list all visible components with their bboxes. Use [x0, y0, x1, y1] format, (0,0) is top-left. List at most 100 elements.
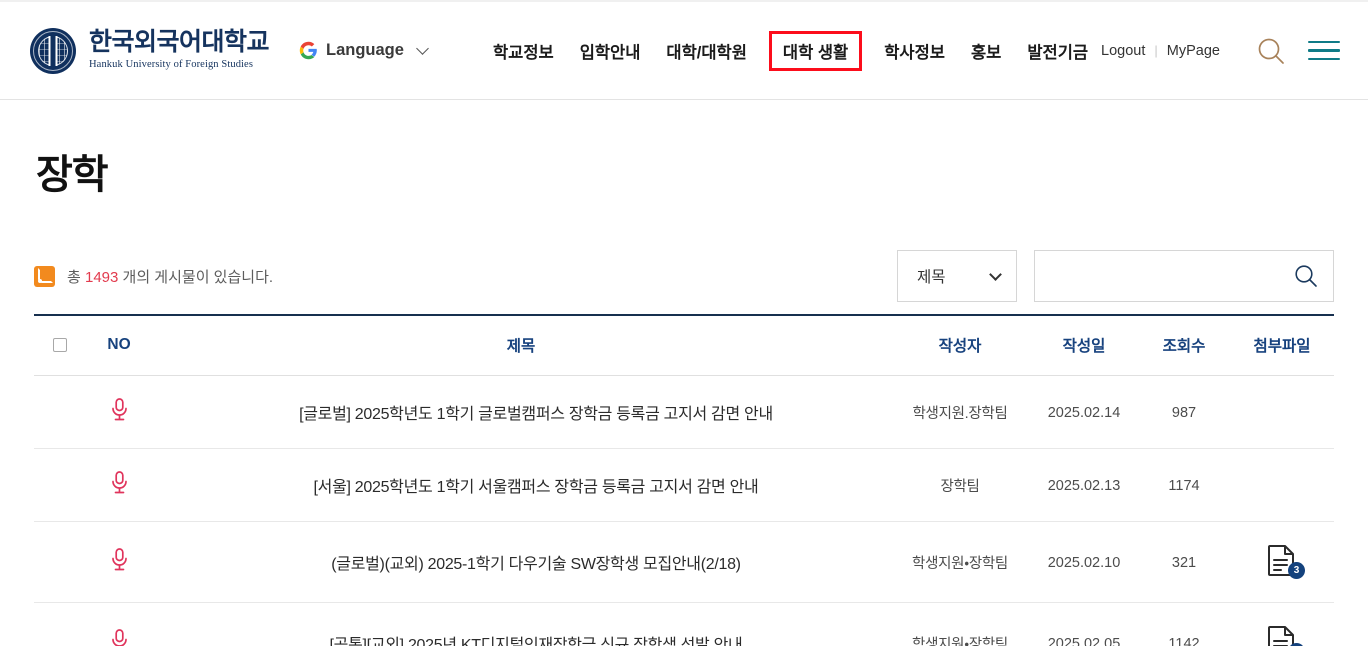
search-icon[interactable]	[1256, 36, 1286, 66]
nav-item-admissions[interactable]: 입학안내	[580, 37, 641, 65]
count-value: 1493	[84, 268, 119, 286]
site-logo[interactable]: 한국외국어대학교 Hankuk University of Foreign St…	[30, 27, 270, 74]
microphone-icon	[111, 629, 128, 646]
row-title-cell: [글로벌] 2025학년도 1학기 글로벌캠퍼스 장학금 등록금 고지서 감면 …	[152, 375, 890, 449]
nav-item-development-fund[interactable]: 발전기금	[1027, 37, 1088, 65]
mypage-link[interactable]: MyPage	[1167, 43, 1220, 59]
row-views: 987	[1171, 404, 1197, 421]
row-writer-cell: 학생지원.장학팀	[890, 375, 1030, 449]
page-content: 장학 총 1493 개의 게시물이 있습니다. 제목 NO 제목 작성자 작성일…	[0, 142, 1368, 646]
row-writer: 학생지원・장학팀	[912, 636, 1008, 646]
table-row[interactable]: [글로벌] 2025학년도 1학기 글로벌캠퍼스 장학금 등록금 고지서 감면 …	[34, 375, 1334, 449]
search-input[interactable]	[1051, 266, 1291, 286]
row-file-cell	[1230, 375, 1334, 449]
nav-item-colleges[interactable]: 대학/대학원	[666, 37, 746, 65]
board-table-body: [글로벌] 2025학년도 1학기 글로벌캠퍼스 장학금 등록금 고지서 감면 …	[34, 375, 1334, 646]
rss-icon[interactable]	[34, 265, 55, 287]
table-header-row: NO 제목 작성자 작성일 조회수 첨부파일	[34, 314, 1334, 376]
post-count: 총 1493 개의 게시물이 있습니다.	[34, 265, 274, 287]
row-writer-cell: 장학팀	[890, 448, 1030, 522]
row-writer-cell: 학생지원・장학팀	[890, 602, 1030, 646]
search-field-value: 제목	[917, 269, 946, 286]
nav-item-pr[interactable]: 홍보	[971, 37, 1001, 65]
row-date-cell: 2025.02.05	[1030, 602, 1138, 646]
row-writer: 학생지원・장학팀	[912, 555, 1008, 572]
row-title-cell: (글로벌)(교외) 2025-1학기 다우기술 SW장학생 모집안내(2/18)	[152, 521, 890, 603]
logo-korean-name: 한국외국어대학교	[89, 28, 270, 57]
logout-link[interactable]: Logout	[1101, 43, 1145, 59]
row-notice-cell	[86, 375, 152, 449]
post-title-link[interactable]: [서울] 2025학년도 1학기 서울캠퍼스 장학금 등록금 고지서 감면 안내	[314, 479, 759, 496]
nav-item-school-info[interactable]: 학교정보	[493, 37, 554, 65]
count-suffix: 개의 게시물이 있습니다.	[122, 268, 274, 286]
row-title-cell: [공통][교외] 2025년 KT디지털인재장학금 신규 장학생 선발 안내	[152, 602, 890, 646]
header-no[interactable]: NO	[86, 314, 152, 376]
row-title-cell: [서울] 2025학년도 1학기 서울캠퍼스 장학금 등록금 고지서 감면 안내	[152, 448, 890, 522]
attachment-file-icon[interactable]: 3	[1266, 544, 1305, 579]
utility-links: Logout | MyPage	[1101, 36, 1340, 66]
header-writer[interactable]: 작성자	[890, 314, 1030, 376]
row-file-cell: 3	[1230, 521, 1334, 603]
row-views-cell: 987	[1138, 375, 1230, 449]
table-row[interactable]: [서울] 2025학년도 1학기 서울캠퍼스 장학금 등록금 고지서 감면 안내…	[34, 448, 1334, 522]
row-views-cell: 1174	[1138, 448, 1230, 522]
logo-english-name: Hankuk University of Foreign Studies	[89, 59, 254, 71]
row-views: 1142	[1168, 635, 1200, 646]
hamburger-menu-icon[interactable]	[1308, 40, 1340, 61]
search-field-select[interactable]: 제목	[897, 250, 1017, 302]
microphone-icon	[111, 471, 128, 495]
language-label: Language	[326, 41, 404, 59]
page-title: 장학	[36, 153, 109, 197]
nav-item-academic-info[interactable]: 학사정보	[884, 37, 945, 65]
row-notice-cell	[86, 602, 152, 646]
row-writer-cell: 학생지원・장학팀	[890, 521, 1030, 603]
board-search: 제목	[897, 250, 1334, 302]
wordmark: 한국외국어대학교 Hankuk University of Foreign St…	[89, 28, 270, 71]
university-emblem-icon	[30, 27, 76, 74]
table-row[interactable]: (글로벌)(교외) 2025-1학기 다우기술 SW장학생 모집안내(2/18)…	[34, 521, 1334, 603]
attachment-file-icon[interactable]: 1	[1266, 625, 1305, 646]
site-header: 한국외국어대학교 Hankuk University of Foreign St…	[0, 2, 1368, 100]
row-date-cell: 2025.02.10	[1030, 521, 1138, 603]
row-checkbox-cell	[34, 521, 86, 603]
header-views[interactable]: 조회수	[1138, 314, 1230, 376]
search-input-wrapper[interactable]	[1034, 250, 1334, 302]
microphone-icon	[111, 398, 128, 422]
board-toolbar: 총 1493 개의 게시물이 있습니다. 제목	[34, 250, 1334, 302]
main-navigation: 학교정보 입학안내 대학/대학원 대학 생활 학사정보 홍보 발전기금	[493, 30, 1088, 71]
header-date[interactable]: 작성일	[1030, 314, 1138, 376]
post-title-link[interactable]: (글로벌)(교외) 2025-1학기 다우기술 SW장학생 모집안내(2/18)	[331, 556, 741, 573]
row-date: 2025.02.05	[1047, 635, 1121, 646]
header-title[interactable]: 제목	[152, 314, 890, 376]
row-views: 1174	[1168, 477, 1200, 494]
row-checkbox-cell	[34, 448, 86, 522]
attachment-count-badge: 3	[1288, 562, 1305, 579]
row-date-cell: 2025.02.13	[1030, 448, 1138, 522]
row-writer: 학생지원.장학팀	[912, 405, 1008, 422]
post-title-link[interactable]: [글로벌] 2025학년도 1학기 글로벌캠퍼스 장학금 등록금 고지서 감면 …	[299, 406, 773, 423]
row-date: 2025.02.13	[1047, 477, 1121, 494]
row-views-cell: 1142	[1138, 602, 1230, 646]
search-submit-button[interactable]	[1291, 261, 1321, 291]
row-checkbox-cell	[34, 602, 86, 646]
post-title-link[interactable]: [공통][교외] 2025년 KT디지털인재장학금 신규 장학생 선발 안내	[330, 637, 743, 646]
row-notice-cell	[86, 521, 152, 603]
select-all-checkbox[interactable]	[53, 337, 67, 352]
chevron-down-icon	[416, 42, 429, 55]
chevron-down-icon	[989, 267, 1002, 281]
board-table: NO 제목 작성자 작성일 조회수 첨부파일 [글로벌] 2025학년도 1학기…	[34, 314, 1334, 646]
row-date: 2025.02.10	[1047, 554, 1121, 571]
row-file-cell: 1	[1230, 602, 1334, 646]
header-file: 첨부파일	[1230, 314, 1334, 376]
microphone-icon	[111, 548, 128, 572]
nav-item-campus-life[interactable]: 대학 생활	[768, 30, 863, 71]
row-date-cell: 2025.02.14	[1030, 375, 1138, 449]
utility-separator: |	[1154, 43, 1158, 58]
row-date: 2025.02.14	[1047, 404, 1121, 421]
table-row[interactable]: [공통][교외] 2025년 KT디지털인재장학금 신규 장학생 선발 안내 학…	[34, 602, 1334, 646]
language-selector[interactable]: Language	[299, 41, 429, 60]
header-select-all	[34, 314, 86, 376]
row-checkbox-cell	[34, 375, 86, 449]
google-g-icon	[299, 41, 318, 60]
row-file-cell	[1230, 448, 1334, 522]
